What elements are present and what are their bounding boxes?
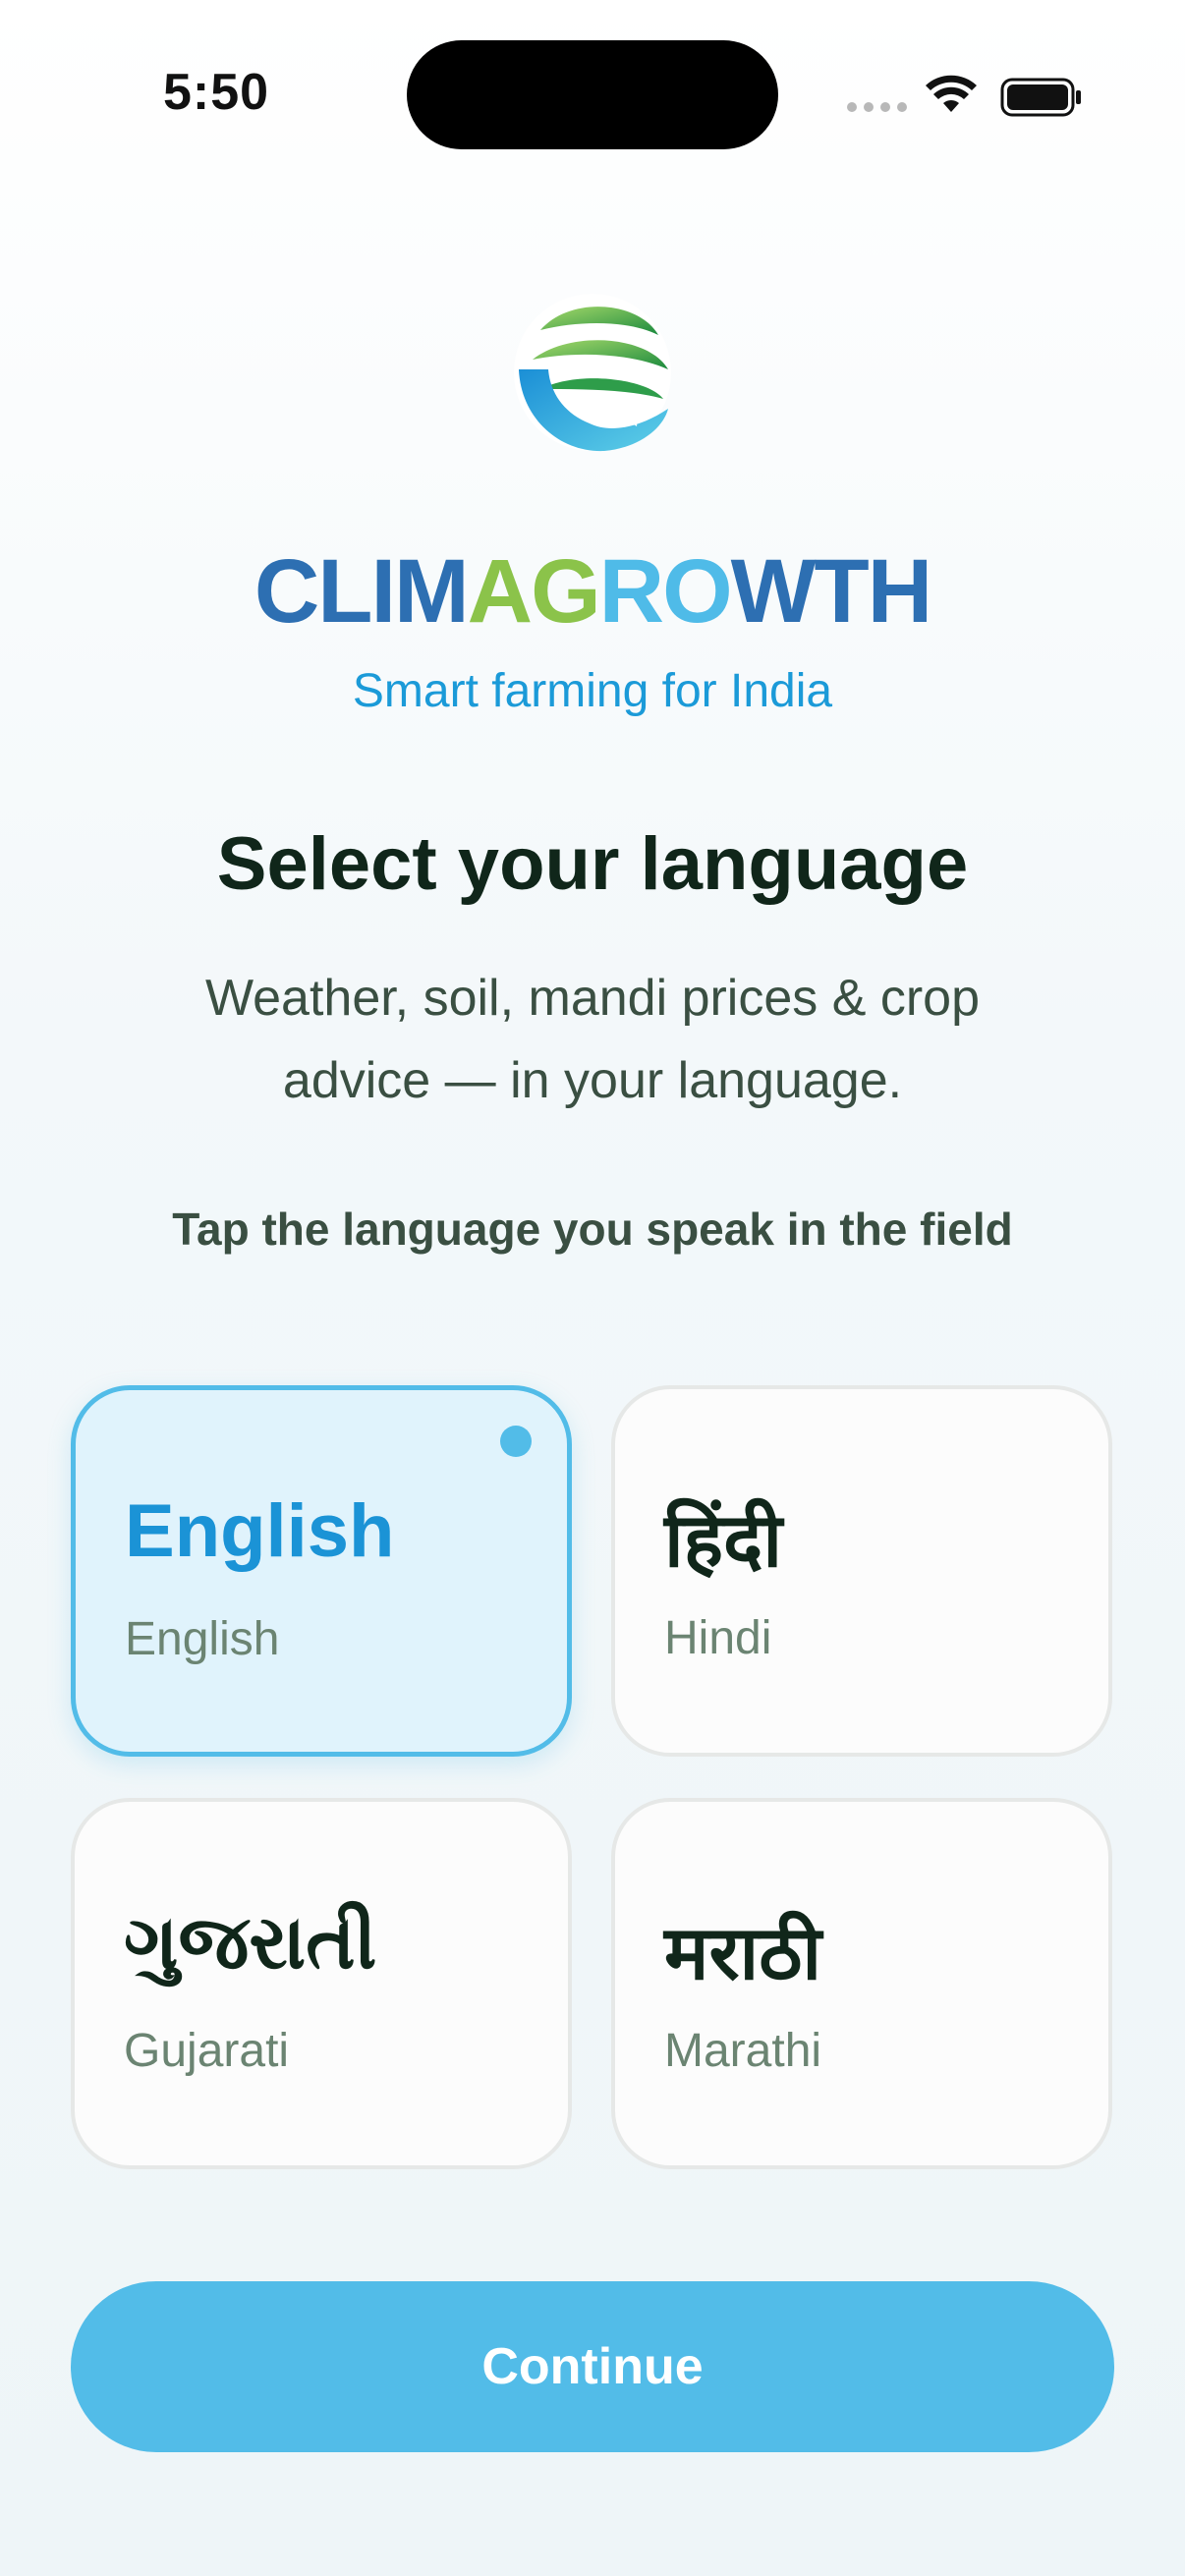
status-time: 5:50 — [163, 64, 270, 121]
tagline: Smart farming for India — [352, 665, 833, 717]
language-english-name: Marathi — [664, 2025, 822, 2077]
selected-indicator-icon — [500, 1426, 532, 1457]
brand-wordmark: CLIMAGROWTH — [0, 538, 1185, 644]
brand-part-2: AG — [467, 541, 601, 642]
instruction-text: Tap the language you speak in the field — [172, 1204, 1013, 1255]
language-native-name: मराठी — [664, 1912, 822, 1995]
brand-part-1: CLIM — [254, 541, 470, 642]
wifi-icon — [926, 75, 977, 112]
climagrowth-logo-icon — [514, 294, 671, 452]
page-subtitle: Weather, soil, mandi prices & crop advic… — [204, 970, 981, 1109]
continue-button[interactable]: Continue — [71, 2281, 1114, 2452]
dynamic-island — [407, 40, 778, 149]
status-bar: 5:50 — [0, 0, 1185, 187]
battery-icon — [1000, 78, 1081, 117]
language-native-name: English — [125, 1489, 395, 1573]
brand-part-3: RO — [598, 541, 733, 642]
language-card-english[interactable]: English English — [71, 1385, 572, 1757]
page-title: Select your language — [216, 822, 969, 906]
language-native-name: ગુજરાતી — [124, 1901, 377, 1985]
language-card-gujarati[interactable]: ગુજરાતી Gujarati — [71, 1798, 572, 2169]
language-english-name: Gujarati — [124, 2025, 290, 2077]
language-english-name: Hindi — [664, 1612, 772, 1664]
language-card-marathi[interactable]: मराठी Marathi — [611, 1798, 1112, 2169]
language-card-hindi[interactable]: हिंदी Hindi — [611, 1385, 1112, 1757]
language-native-name: हिंदी — [664, 1499, 783, 1583]
cellular-signal-icon — [847, 102, 907, 112]
brand-part-4: WTH — [730, 541, 932, 642]
language-english-name: English — [125, 1613, 280, 1665]
